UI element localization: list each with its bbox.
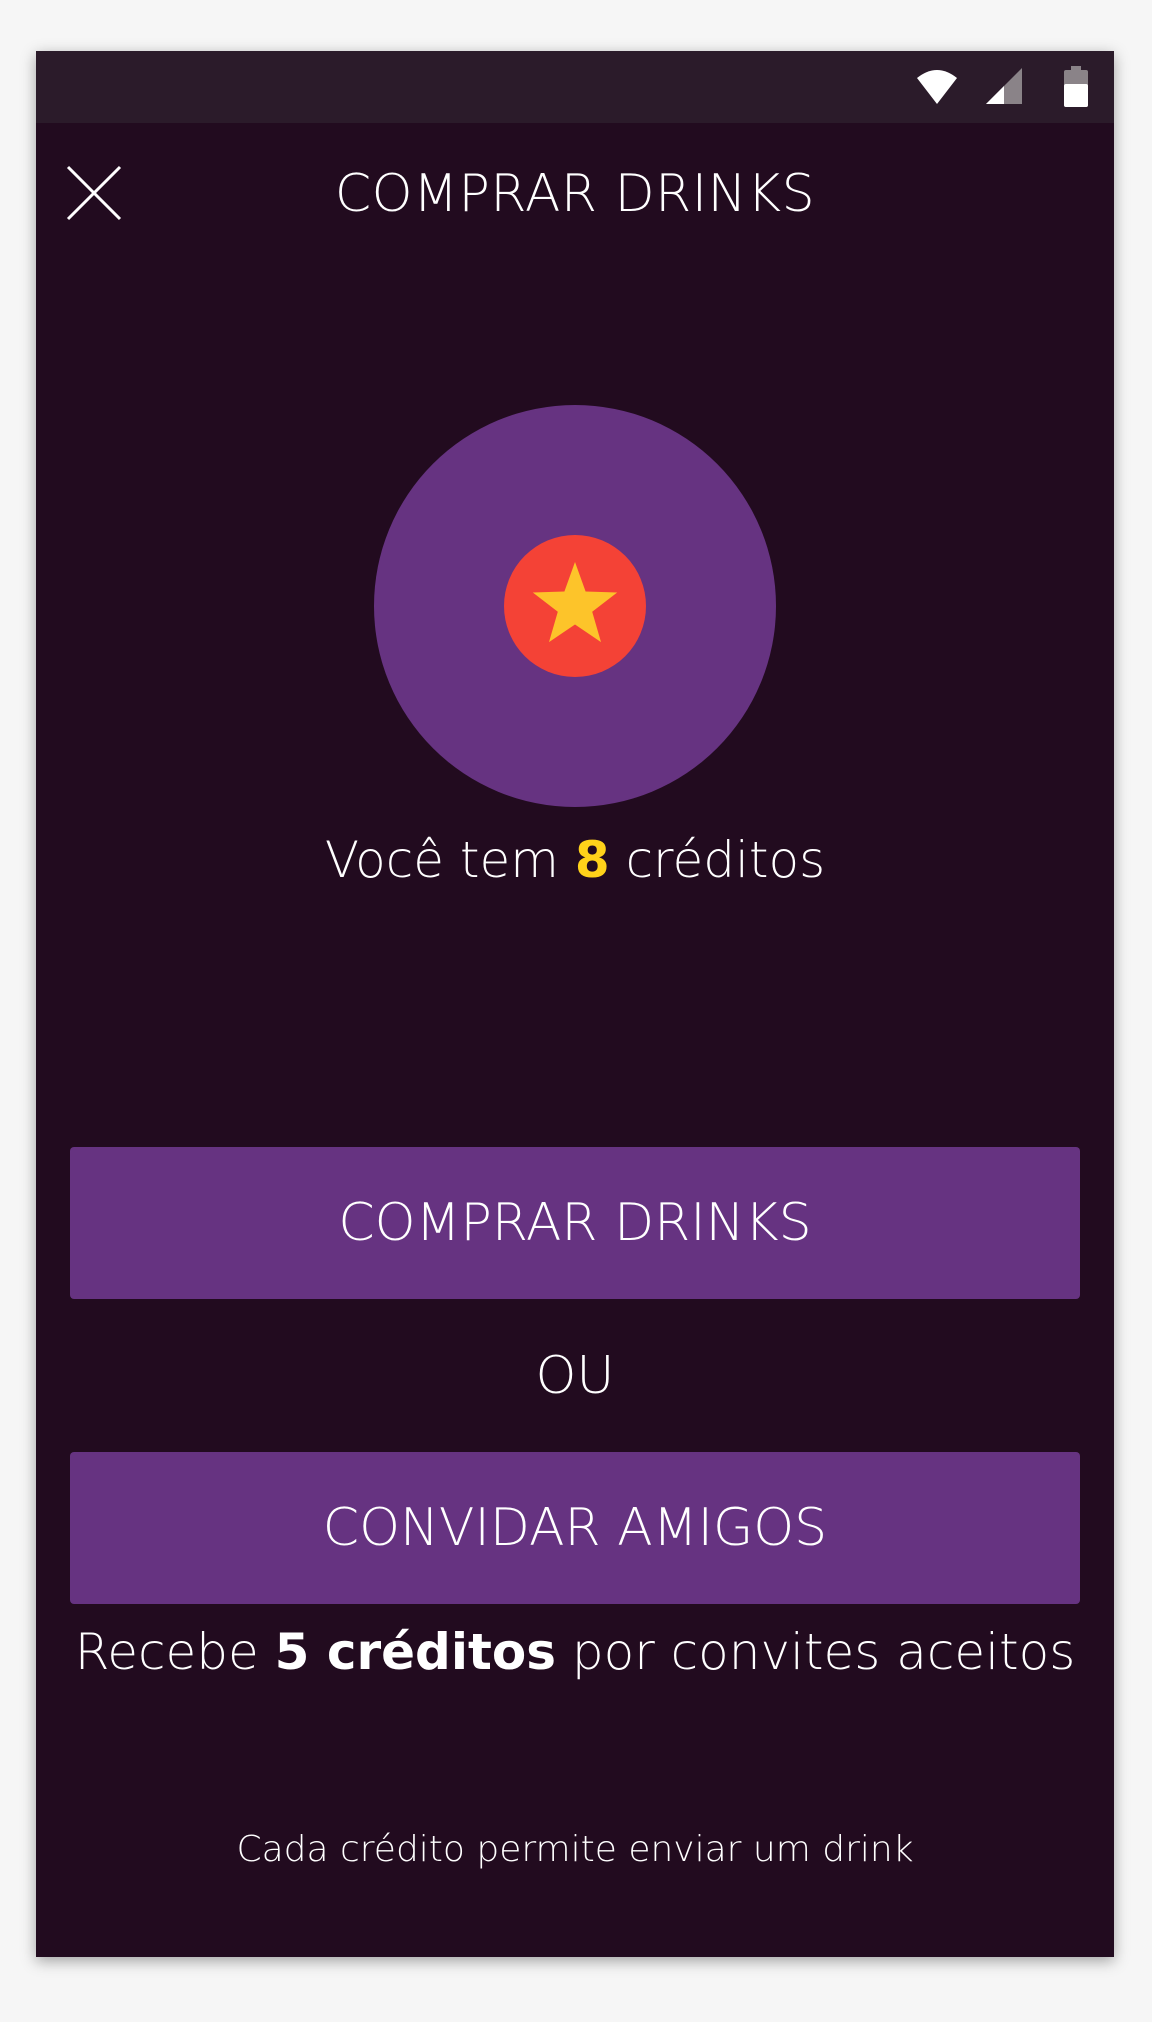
hero-circle <box>374 405 776 807</box>
credits-suffix: créditos <box>609 831 826 889</box>
invite-friends-button[interactable]: CONVIDAR AMIGOS <box>70 1452 1080 1604</box>
credits-prefix: Você tem <box>324 831 575 889</box>
battery-icon <box>1063 66 1089 112</box>
page-title: COMPRAR DRINKS <box>334 164 816 224</box>
signal-icon <box>984 66 1024 110</box>
credit-footnote: Cada crédito permite enviar um drink <box>236 1829 914 1870</box>
app-header: COMPRAR DRINKS <box>36 123 1114 273</box>
wifi-icon <box>915 66 959 110</box>
invite-note-credits: 5 créditos <box>274 1623 556 1681</box>
invite-note-suffix: por convites aceitos <box>556 1623 1076 1681</box>
star-badge-icon <box>504 535 646 677</box>
phone-screen: COMPRAR DRINKS Você tem 8 créditos COMPR… <box>36 51 1114 1957</box>
credits-summary: Você tem 8 créditos <box>36 831 1114 889</box>
or-separator: OU <box>535 1346 615 1406</box>
invite-reward-note: Recebe 5 créditos por convites aceitos <box>36 1623 1114 1681</box>
credits-count: 8 <box>574 831 610 889</box>
buy-drinks-button[interactable]: COMPRAR DRINKS <box>70 1147 1080 1299</box>
invite-note-prefix: Recebe <box>74 1623 275 1681</box>
status-bar <box>36 51 1114 123</box>
